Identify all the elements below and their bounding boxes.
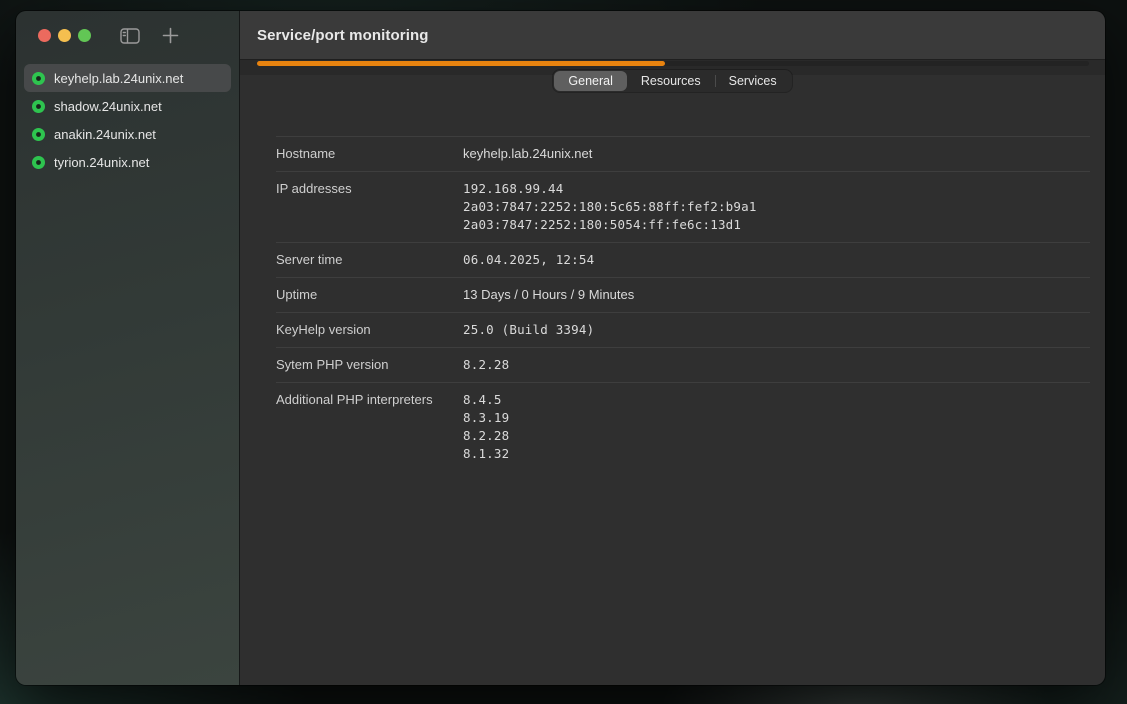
detail-value: 06.04.2025, 12:54: [463, 251, 594, 269]
detail-label: Additional PHP interpreters: [276, 391, 463, 463]
sidebar-toggle-icon[interactable]: [119, 26, 141, 46]
sidebar-item-server[interactable]: anakin.24unix.net: [24, 120, 231, 148]
detail-values: 06.04.2025, 12:54: [463, 251, 594, 269]
server-name: anakin.24unix.net: [54, 127, 156, 142]
progress-bar-fill: [257, 61, 665, 66]
detail-values: keyhelp.lab.24unix.net: [463, 145, 592, 163]
detail-value: 2a03:7847:2252:180:5054:ff:fe6c:13d1: [463, 216, 757, 234]
tab-resources[interactable]: Resources: [627, 71, 715, 91]
detail-row: Server time 06.04.2025, 12:54: [276, 242, 1090, 277]
detail-values: 13 Days / 0 Hours / 9 Minutes: [463, 286, 634, 304]
detail-values: 8.2.28: [463, 356, 509, 374]
status-online-icon: [32, 100, 45, 113]
detail-values: 8.4.58.3.198.2.288.1.32: [463, 391, 509, 463]
sidebar: keyhelp.lab.24unix.net shadow.24unix.net…: [16, 11, 240, 685]
server-name: keyhelp.lab.24unix.net: [54, 71, 183, 86]
detail-row: Uptime 13 Days / 0 Hours / 9 Minutes: [276, 277, 1090, 312]
detail-value: 8.2.28: [463, 427, 509, 445]
app-window: keyhelp.lab.24unix.net shadow.24unix.net…: [16, 11, 1105, 685]
minimize-button[interactable]: [58, 29, 71, 42]
detail-label: KeyHelp version: [276, 321, 463, 339]
detail-values: 25.0 (Build 3394): [463, 321, 594, 339]
detail-value: 192.168.99.44: [463, 180, 757, 198]
server-name: tyrion.24unix.net: [54, 155, 149, 170]
tab-general[interactable]: General: [554, 71, 626, 91]
status-online-icon: [32, 128, 45, 141]
close-button[interactable]: [38, 29, 51, 42]
tab-segmented-control: General Resources Services: [553, 70, 791, 92]
detail-value: 8.3.19: [463, 409, 509, 427]
status-online-icon: [32, 156, 45, 169]
window-controls: [38, 29, 91, 42]
tab-services[interactable]: Services: [715, 71, 791, 91]
content-area: General Resources Services Hostname keyh…: [240, 75, 1105, 685]
sidebar-item-server[interactable]: shadow.24unix.net: [24, 92, 231, 120]
page-title: Service/port monitoring: [257, 27, 429, 44]
detail-value: 8.1.32: [463, 445, 509, 463]
detail-row: Sytem PHP version 8.2.28: [276, 347, 1090, 382]
sidebar-item-server[interactable]: tyrion.24unix.net: [24, 148, 231, 176]
detail-value: 13 Days / 0 Hours / 9 Minutes: [463, 286, 634, 304]
detail-value: keyhelp.lab.24unix.net: [463, 145, 592, 163]
detail-row: Hostname keyhelp.lab.24unix.net: [276, 136, 1090, 171]
main-titlebar: Service/port monitoring: [240, 11, 1105, 60]
detail-label: Server time: [276, 251, 463, 269]
server-list: keyhelp.lab.24unix.net shadow.24unix.net…: [16, 60, 239, 176]
detail-label: Hostname: [276, 145, 463, 163]
detail-value: 8.4.5: [463, 391, 509, 409]
tab-bar: General Resources Services: [240, 70, 1105, 92]
sidebar-titlebar: [16, 11, 239, 60]
detail-row: KeyHelp version 25.0 (Build 3394): [276, 312, 1090, 347]
detail-value: 8.2.28: [463, 356, 509, 374]
add-server-icon[interactable]: [159, 26, 181, 46]
sidebar-toolbar: [119, 26, 181, 46]
sidebar-item-server[interactable]: keyhelp.lab.24unix.net: [24, 64, 231, 92]
detail-value: 2a03:7847:2252:180:5c65:88ff:fef2:b9a1: [463, 198, 757, 216]
detail-value: 25.0 (Build 3394): [463, 321, 594, 339]
server-name: shadow.24unix.net: [54, 99, 162, 114]
detail-label: Uptime: [276, 286, 463, 304]
progress-bar: [257, 61, 1089, 66]
detail-row: IP addresses 192.168.99.442a03:7847:2252…: [276, 171, 1090, 242]
detail-label: Sytem PHP version: [276, 356, 463, 374]
detail-values: 192.168.99.442a03:7847:2252:180:5c65:88f…: [463, 180, 757, 234]
main-panel: Service/port monitoring General Resource…: [240, 11, 1105, 685]
detail-label: IP addresses: [276, 180, 463, 234]
detail-row: Additional PHP interpreters 8.4.58.3.198…: [276, 382, 1090, 471]
details-table: Hostname keyhelp.lab.24unix.net IP addre…: [276, 136, 1090, 471]
status-online-icon: [32, 72, 45, 85]
zoom-button[interactable]: [78, 29, 91, 42]
